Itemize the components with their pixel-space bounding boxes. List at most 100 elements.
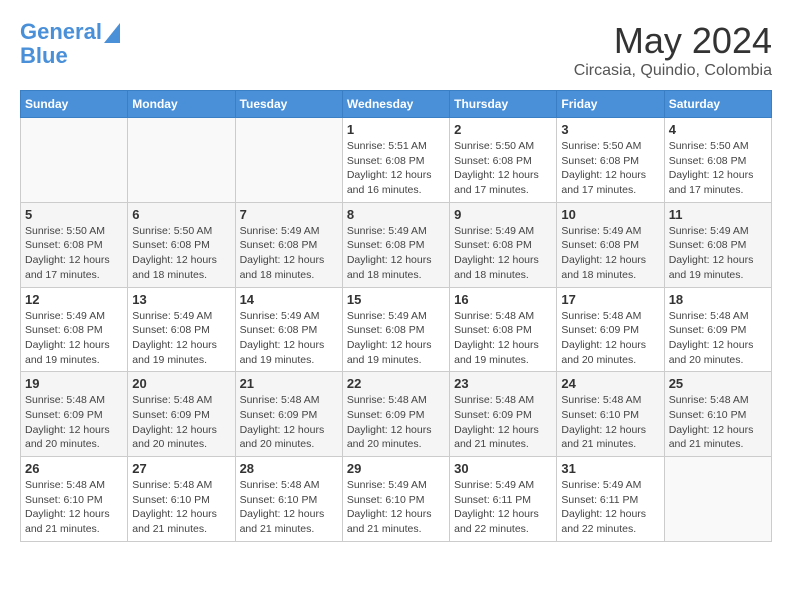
day-number: 22 [347, 376, 445, 391]
calendar-cell [235, 118, 342, 203]
day-info: Sunrise: 5:50 AMSunset: 6:08 PMDaylight:… [454, 139, 552, 198]
calendar-cell: 9 Sunrise: 5:49 AMSunset: 6:08 PMDaylight… [450, 202, 557, 287]
calendar-cell: 14Sunrise: 5:49 AMSunset: 6:08 PMDayligh… [235, 287, 342, 372]
day-info: Sunrise: 5:49 AMSunset: 6:08 PMDaylight:… [454, 224, 552, 283]
day-info: Sunrise: 5:49 AMSunset: 6:08 PMDaylight:… [25, 309, 123, 368]
day-info: Sunrise: 5:49 AMSunset: 6:11 PMDaylight:… [561, 478, 659, 537]
calendar-table: SundayMondayTuesdayWednesdayThursdayFrid… [20, 90, 772, 542]
day-info: Sunrise: 5:48 AMSunset: 6:10 PMDaylight:… [25, 478, 123, 537]
day-info: Sunrise: 5:49 AMSunset: 6:08 PMDaylight:… [669, 224, 767, 283]
logo-text: General [20, 20, 102, 44]
day-info: Sunrise: 5:49 AMSunset: 6:08 PMDaylight:… [132, 309, 230, 368]
day-info: Sunrise: 5:48 AMSunset: 6:09 PMDaylight:… [347, 393, 445, 452]
day-number: 7 [240, 207, 338, 222]
day-number: 18 [669, 292, 767, 307]
day-header-thursday: Thursday [450, 91, 557, 118]
day-info: Sunrise: 5:48 AMSunset: 6:10 PMDaylight:… [240, 478, 338, 537]
calendar-cell: 25 Sunrise: 5:48 AMSunset: 6:10 PMDayligh… [664, 372, 771, 457]
week-row-2: 5 Sunrise: 5:50 AMSunset: 6:08 PMDaylight… [21, 202, 772, 287]
calendar-cell: 5 Sunrise: 5:50 AMSunset: 6:08 PMDaylight… [21, 202, 128, 287]
logo: General Blue [20, 20, 120, 68]
week-row-3: 12 Sunrise: 5:49 AMSunset: 6:08 PMDayligh… [21, 287, 772, 372]
month-title: May 2024 [574, 20, 772, 62]
calendar-cell: 7 Sunrise: 5:49 AMSunset: 6:08 PMDaylight… [235, 202, 342, 287]
calendar-cell: 17 Sunrise: 5:48 AMSunset: 6:09 PMDayligh… [557, 287, 664, 372]
calendar-cell: 19 Sunrise: 5:48 AMSunset: 6:09 PMDayligh… [21, 372, 128, 457]
day-header-tuesday: Tuesday [235, 91, 342, 118]
day-header-saturday: Saturday [664, 91, 771, 118]
day-number: 4 [669, 122, 767, 137]
day-header-monday: Monday [128, 91, 235, 118]
day-number: 8 [347, 207, 445, 222]
calendar-cell: 15 Sunrise: 5:49 AMSunset: 6:08 PMDayligh… [342, 287, 449, 372]
calendar-cell: 20Sunrise: 5:48 AMSunset: 6:09 PMDayligh… [128, 372, 235, 457]
calendar-cell: 21 Sunrise: 5:48 AMSunset: 6:09 PMDayligh… [235, 372, 342, 457]
calendar-cell [21, 118, 128, 203]
day-info: Sunrise: 5:48 AMSunset: 6:09 PMDaylight:… [240, 393, 338, 452]
day-header-wednesday: Wednesday [342, 91, 449, 118]
calendar-cell: 27Sunrise: 5:48 AMSunset: 6:10 PMDayligh… [128, 457, 235, 542]
day-info: Sunrise: 5:49 AMSunset: 6:08 PMDaylight:… [561, 224, 659, 283]
calendar-cell: 28Sunrise: 5:48 AMSunset: 6:10 PMDayligh… [235, 457, 342, 542]
calendar-cell: 13Sunrise: 5:49 AMSunset: 6:08 PMDayligh… [128, 287, 235, 372]
day-number: 10 [561, 207, 659, 222]
day-number: 30 [454, 461, 552, 476]
day-info: Sunrise: 5:48 AMSunset: 6:10 PMDaylight:… [669, 393, 767, 452]
day-info: Sunrise: 5:48 AMSunset: 6:09 PMDaylight:… [25, 393, 123, 452]
day-number: 6 [132, 207, 230, 222]
day-info: Sunrise: 5:50 AMSunset: 6:08 PMDaylight:… [25, 224, 123, 283]
calendar-cell: 2 Sunrise: 5:50 AMSunset: 6:08 PMDaylight… [450, 118, 557, 203]
calendar-cell: 29Sunrise: 5:49 AMSunset: 6:10 PMDayligh… [342, 457, 449, 542]
day-info: Sunrise: 5:48 AMSunset: 6:10 PMDaylight:… [132, 478, 230, 537]
calendar-cell: 30 Sunrise: 5:49 AMSunset: 6:11 PMDayligh… [450, 457, 557, 542]
day-info: Sunrise: 5:50 AMSunset: 6:08 PMDaylight:… [669, 139, 767, 198]
day-info: Sunrise: 5:48 AMSunset: 6:10 PMDaylight:… [561, 393, 659, 452]
day-header-sunday: Sunday [21, 91, 128, 118]
calendar-header-row: SundayMondayTuesdayWednesdayThursdayFrid… [21, 91, 772, 118]
calendar-cell: 16 Sunrise: 5:48 AMSunset: 6:08 PMDayligh… [450, 287, 557, 372]
day-info: Sunrise: 5:48 AMSunset: 6:09 PMDaylight:… [561, 309, 659, 368]
calendar-cell [664, 457, 771, 542]
day-number: 26 [25, 461, 123, 476]
day-number: 17 [561, 292, 659, 307]
calendar-cell: 26 Sunrise: 5:48 AMSunset: 6:10 PMDayligh… [21, 457, 128, 542]
day-number: 25 [669, 376, 767, 391]
day-number: 21 [240, 376, 338, 391]
calendar-cell: 4 Sunrise: 5:50 AMSunset: 6:08 PMDaylight… [664, 118, 771, 203]
week-row-4: 19 Sunrise: 5:48 AMSunset: 6:09 PMDayligh… [21, 372, 772, 457]
day-number: 23 [454, 376, 552, 391]
day-header-friday: Friday [557, 91, 664, 118]
day-number: 5 [25, 207, 123, 222]
calendar-cell: 10 Sunrise: 5:49 AMSunset: 6:08 PMDayligh… [557, 202, 664, 287]
title-block: May 2024 Circasia, Quindio, Colombia [574, 20, 772, 80]
calendar-cell: 1Sunrise: 5:51 AMSunset: 6:08 PMDaylight… [342, 118, 449, 203]
calendar-cell: 24Sunrise: 5:48 AMSunset: 6:10 PMDayligh… [557, 372, 664, 457]
calendar-cell: 3 Sunrise: 5:50 AMSunset: 6:08 PMDaylight… [557, 118, 664, 203]
calendar-cell: 23 Sunrise: 5:48 AMSunset: 6:09 PMDayligh… [450, 372, 557, 457]
day-info: Sunrise: 5:48 AMSunset: 6:09 PMDaylight:… [132, 393, 230, 452]
day-info: Sunrise: 5:50 AMSunset: 6:08 PMDaylight:… [132, 224, 230, 283]
calendar-cell: 12 Sunrise: 5:49 AMSunset: 6:08 PMDayligh… [21, 287, 128, 372]
logo-icon [104, 23, 120, 43]
day-number: 15 [347, 292, 445, 307]
day-number: 16 [454, 292, 552, 307]
calendar-cell: 6 Sunrise: 5:50 AMSunset: 6:08 PMDaylight… [128, 202, 235, 287]
week-row-5: 26 Sunrise: 5:48 AMSunset: 6:10 PMDayligh… [21, 457, 772, 542]
day-info: Sunrise: 5:49 AMSunset: 6:11 PMDaylight:… [454, 478, 552, 537]
location-subtitle: Circasia, Quindio, Colombia [574, 62, 772, 80]
day-number: 2 [454, 122, 552, 137]
day-info: Sunrise: 5:48 AMSunset: 6:08 PMDaylight:… [454, 309, 552, 368]
day-number: 3 [561, 122, 659, 137]
day-number: 19 [25, 376, 123, 391]
day-info: Sunrise: 5:49 AMSunset: 6:08 PMDaylight:… [240, 224, 338, 283]
calendar-cell: 8Sunrise: 5:49 AMSunset: 6:08 PMDaylight… [342, 202, 449, 287]
day-number: 12 [25, 292, 123, 307]
day-number: 9 [454, 207, 552, 222]
calendar-cell: 11Sunrise: 5:49 AMSunset: 6:08 PMDayligh… [664, 202, 771, 287]
day-info: Sunrise: 5:48 AMSunset: 6:09 PMDaylight:… [669, 309, 767, 368]
day-info: Sunrise: 5:51 AMSunset: 6:08 PMDaylight:… [347, 139, 445, 198]
day-info: Sunrise: 5:50 AMSunset: 6:08 PMDaylight:… [561, 139, 659, 198]
day-info: Sunrise: 5:48 AMSunset: 6:09 PMDaylight:… [454, 393, 552, 452]
day-info: Sunrise: 5:49 AMSunset: 6:08 PMDaylight:… [347, 309, 445, 368]
day-number: 29 [347, 461, 445, 476]
